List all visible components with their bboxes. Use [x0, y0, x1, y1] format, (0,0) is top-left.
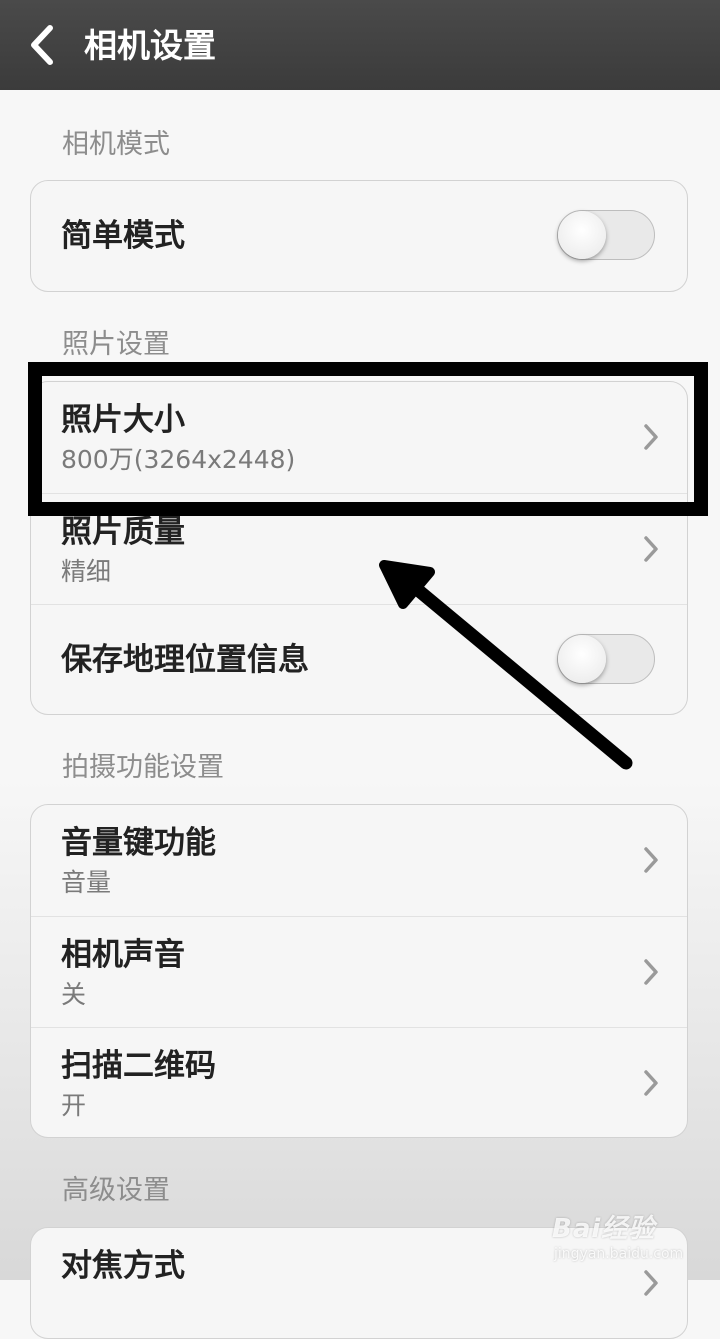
watermark-brand: Bai经验 — [552, 1214, 656, 1244]
setting-label: 音量键功能 — [61, 825, 216, 861]
setting-row-scan-qr[interactable]: 扫描二维码 开 — [31, 1027, 687, 1137]
setting-row-camera-sound[interactable]: 相机声音 关 — [31, 916, 687, 1027]
annotation-highlight-box — [28, 362, 708, 516]
simple-mode-toggle[interactable] — [557, 210, 655, 260]
chevron-right-icon — [644, 1070, 658, 1096]
setting-label: 保存地理位置信息 — [61, 642, 309, 678]
chevron-right-icon — [644, 536, 658, 562]
setting-label: 扫描二维码 — [61, 1048, 216, 1084]
setting-value: 音量 — [61, 868, 112, 897]
setting-label: 照片质量 — [61, 514, 185, 550]
section-header-shooting-settings: 拍摄功能设置 — [62, 752, 224, 783]
watermark-url: jingyan.baidu.com — [554, 1246, 684, 1262]
setting-value: 开 — [61, 1091, 87, 1120]
save-location-toggle[interactable] — [557, 634, 655, 684]
setting-label: 对焦方式 — [61, 1248, 185, 1284]
top-bar: 相机设置 — [0, 0, 720, 90]
chevron-right-icon — [644, 847, 658, 873]
setting-value: 关 — [61, 980, 87, 1009]
chevron-right-icon — [644, 959, 658, 985]
setting-label: 相机声音 — [61, 937, 185, 973]
toggle-knob — [558, 635, 606, 683]
settings-group-camera-mode: 简单模式 — [30, 180, 688, 292]
setting-row-volume-key[interactable]: 音量键功能 音量 — [31, 805, 687, 916]
setting-row-save-location[interactable]: 保存地理位置信息 — [31, 604, 687, 714]
settings-group-shooting: 音量键功能 音量 相机声音 关 扫描二维码 开 — [30, 804, 688, 1138]
setting-value: 精细 — [61, 557, 112, 586]
section-header-camera-mode: 相机模式 — [62, 129, 170, 160]
baidu-jingyan-watermark: Bai经验 jingyan.baidu.com — [552, 1200, 712, 1270]
chevron-right-icon — [644, 1270, 658, 1296]
setting-row-simple-mode[interactable]: 简单模式 — [31, 181, 687, 291]
section-header-photo-settings: 照片设置 — [62, 329, 170, 360]
setting-label: 简单模式 — [61, 218, 185, 254]
toggle-knob — [558, 211, 606, 259]
section-header-advanced: 高级设置 — [62, 1175, 170, 1206]
page-title: 相机设置 — [84, 26, 216, 65]
back-arrow-icon[interactable] — [26, 24, 60, 66]
